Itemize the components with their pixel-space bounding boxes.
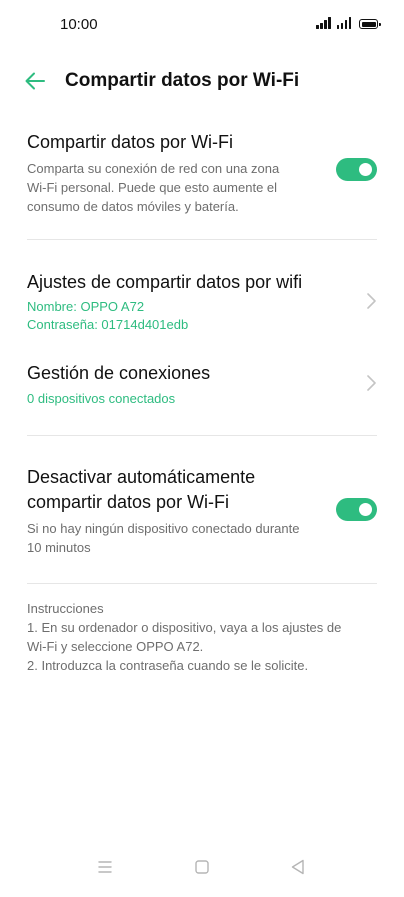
auto-disable-description-line: 10 minutos — [27, 540, 91, 555]
divider — [27, 435, 377, 436]
chevron-right-icon — [367, 293, 376, 309]
wifi-sharing-description-line: consumo de datos móviles y batería. — [27, 199, 239, 214]
instructions-heading: Instrucciones — [27, 601, 104, 616]
chevron-right-icon — [367, 375, 376, 391]
app-bar: Compartir datos por Wi-Fi — [0, 62, 404, 102]
menu-icon[interactable] — [93, 855, 117, 879]
toggle-knob — [359, 503, 372, 516]
connected-devices-count: 0 dispositivos conectados — [27, 391, 176, 406]
wifi-sharing-description-line: Comparta su conexión de red con una zona — [27, 161, 280, 176]
toggle-knob — [359, 163, 372, 176]
auto-disable-setting[interactable]: Desactivar automáticamente compartir dat… — [27, 465, 377, 560]
wifi-sharing-setting[interactable]: Compartir datos por Wi-Fi Comparta su co… — [27, 130, 377, 215]
page-title: Compartir datos por Wi-Fi — [65, 70, 300, 91]
auto-disable-toggle[interactable] — [336, 498, 377, 521]
instructions-line: 2. Introduzca la contraseña cuando se le… — [27, 658, 309, 673]
back-arrow-icon[interactable] — [22, 68, 48, 94]
signal-icon — [316, 17, 331, 29]
status-icons — [316, 17, 381, 29]
status-bar: 10:00 — [0, 0, 404, 50]
hotspot-name: Nombre: OPPO A72 — [27, 299, 145, 314]
divider — [27, 583, 377, 584]
status-time: 10:00 — [60, 16, 98, 33]
instructions-line: 1. En su ordenador o dispositivo, vaya a… — [27, 620, 342, 635]
navigation-bar — [0, 837, 404, 897]
screen: 10:00 Compartir datos por Wi-Fi Comparti… — [0, 0, 404, 897]
signal-icon-sim2 — [336, 17, 351, 29]
divider — [27, 239, 377, 240]
connection-management-title: Gestión de conexiones — [27, 363, 211, 383]
auto-disable-title-line: Desactivar automáticamente — [27, 467, 256, 487]
wifi-sharing-toggle[interactable] — [336, 158, 377, 181]
instructions-line: Wi-Fi y seleccione OPPO A72. — [27, 639, 204, 654]
wifi-sharing-title: Compartir datos por Wi-Fi — [27, 132, 234, 152]
back-icon[interactable] — [286, 855, 310, 879]
wifi-sharing-description-line: Wi-Fi personal. Puede que esto aumente e… — [27, 180, 278, 195]
auto-disable-description-line: Si no hay ningún dispositivo conectado d… — [27, 521, 300, 536]
hotspot-password: Contraseña: 01714d401edb — [27, 317, 189, 332]
hotspot-settings-item[interactable]: Ajustes de compartir datos por wifi Nomb… — [27, 270, 377, 335]
instructions: Instrucciones 1. En su ordenador o dispo… — [27, 599, 377, 675]
connection-management-item[interactable]: Gestión de conexiones 0 dispositivos con… — [27, 361, 377, 409]
home-icon[interactable] — [190, 855, 214, 879]
hotspot-settings-title: Ajustes de compartir datos por wifi — [27, 272, 303, 292]
battery-icon — [359, 19, 381, 29]
auto-disable-title-line: compartir datos por Wi-Fi — [27, 492, 230, 512]
